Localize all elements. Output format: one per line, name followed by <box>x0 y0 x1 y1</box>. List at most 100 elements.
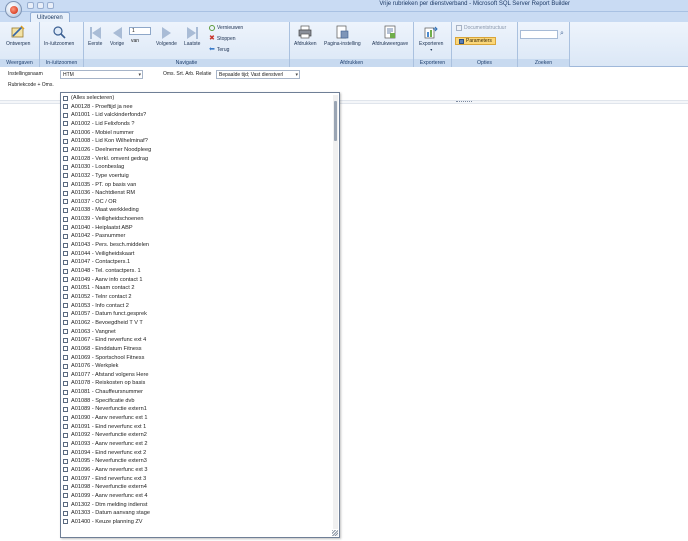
checkbox[interactable] <box>63 147 68 153</box>
last-page-button[interactable]: Laatste <box>184 27 200 47</box>
checkbox[interactable] <box>63 441 68 447</box>
back-button[interactable]: ⬅ Terug <box>209 46 229 53</box>
checkbox[interactable] <box>63 182 68 187</box>
checkbox[interactable] <box>63 95 68 101</box>
dropdown-item[interactable]: A01048 - Tel. contactpers. 1 <box>63 267 141 275</box>
dropdown-item[interactable]: A01057 - Datum funct.gesprek <box>63 310 147 318</box>
dropdown-item[interactable]: A01076 - Werkplek <box>63 362 118 370</box>
stop-button[interactable]: ✖ Stoppen <box>209 35 236 42</box>
dropdown-item[interactable]: A01006 - Mobiel nummer <box>63 129 134 137</box>
parameters-button[interactable]: Parameters <box>455 37 496 45</box>
document-map-button[interactable]: Documentstructuur <box>456 25 506 31</box>
dropdown-item[interactable]: A01091 - Eind neverfunc ext 1 <box>63 423 146 431</box>
dropdown-item[interactable]: A01047 - Contactpers.1 <box>63 258 130 266</box>
checkbox[interactable] <box>63 199 68 205</box>
checkbox[interactable] <box>63 363 68 369</box>
page-setup-button[interactable]: Pagina-instelling <box>324 25 361 47</box>
checkbox[interactable] <box>63 216 68 222</box>
checkbox[interactable] <box>63 303 68 309</box>
dropdown-item[interactable]: A01037 - OC / OR <box>63 198 117 206</box>
dropdown-item[interactable]: A01097 - Eind neverfunc ext 3 <box>63 475 146 483</box>
dropdown-item[interactable]: A01043 - Pers. besch.middelen <box>63 241 149 249</box>
checkbox[interactable] <box>63 311 68 317</box>
dropdown-item[interactable]: A01092 - Neverfunctie extern2 <box>63 431 147 439</box>
dropdown-item[interactable]: A01067 - Eind neverfunc ext 4 <box>63 336 146 344</box>
dropdown-item[interactable]: A01093 - Aanv neverfunc ext 2 <box>63 440 148 448</box>
checkbox[interactable] <box>63 458 68 464</box>
checkbox[interactable] <box>63 467 68 473</box>
checkbox[interactable] <box>63 406 68 412</box>
checkbox[interactable] <box>63 259 68 265</box>
search-icon[interactable]: ⌕ <box>560 30 564 38</box>
checkbox[interactable] <box>63 510 68 516</box>
dropdown-item[interactable]: A01099 - Aanv neverfunc ext 4 <box>63 492 148 500</box>
dropdown-item[interactable]: A01095 - Neverfunctie extern3 <box>63 457 147 465</box>
dropdown-item[interactable]: A01001 - Lid valckinderfonds? <box>63 111 146 119</box>
first-page-button[interactable]: Eerste <box>88 27 102 47</box>
dropdown-item[interactable]: A01052 - Telnr contact 2 <box>63 293 132 301</box>
dropdown-item[interactable]: A00128 - Proeftijd ja nee <box>63 103 133 111</box>
checkbox[interactable] <box>63 398 68 404</box>
dropdown-item[interactable]: A01069 - Sportschool Fitness <box>63 354 144 362</box>
dropdown-item[interactable]: A01053 - Info contact 2 <box>63 302 129 310</box>
checkbox[interactable] <box>63 484 68 490</box>
rubriekcode-dropdown-list[interactable]: (Alles selecteren) A00128 - Proeftijd ja … <box>60 92 340 538</box>
dropdown-item[interactable]: A01098 - Neverfunctie extern4 <box>63 483 147 491</box>
dropdown-item[interactable]: A01008 - Lid Kon Wilhelminaf? <box>63 137 148 145</box>
checkbox[interactable] <box>63 432 68 438</box>
dropdown-item[interactable]: A01035 - PT. op basis van <box>63 181 136 189</box>
dropdown-scrollbar[interactable] <box>333 95 338 529</box>
dropdown-item[interactable]: A01028 - Verkl. omvent gedrag <box>63 155 148 163</box>
dropdown-item[interactable]: A01044 - Veiligheidskaart <box>63 250 134 258</box>
dropdown-item[interactable]: A01094 - Eind neverfunc ext 2 <box>63 449 146 457</box>
checkbox[interactable] <box>63 476 68 482</box>
dropdown-item[interactable]: A01078 - Reiskosten op basis <box>63 379 145 387</box>
dropdown-item[interactable]: A01040 - Heiplaatst ABP <box>63 224 133 232</box>
checkbox[interactable] <box>63 156 68 162</box>
checkbox[interactable] <box>63 519 68 525</box>
checkbox[interactable] <box>63 173 68 179</box>
checkbox[interactable] <box>63 424 68 430</box>
print-layout-button[interactable]: Afdrukweergave <box>372 25 408 47</box>
dropdown-item[interactable]: A01049 - Aanv info contact 1 <box>63 276 143 284</box>
dropdown-item[interactable]: A01026 - Deelnemer Noodpleeg <box>63 146 151 154</box>
checkbox[interactable] <box>63 242 68 248</box>
dropdown-item[interactable]: A01302 - Dtm melding indienst <box>63 501 148 509</box>
checkbox[interactable] <box>63 372 68 378</box>
checkbox[interactable] <box>63 320 68 326</box>
checkbox[interactable] <box>63 346 68 352</box>
checkbox[interactable] <box>63 285 68 291</box>
dropdown-item[interactable]: A01042 - Pasnummer <box>63 232 125 240</box>
search-input[interactable] <box>520 30 558 39</box>
dropdown-item[interactable]: A01081 - Chauffeursnummer <box>63 388 143 396</box>
refresh-button[interactable]: Vernieuwen <box>209 25 243 31</box>
application-menu-button[interactable] <box>5 1 22 18</box>
dropdown-item[interactable]: A01096 - Aanv neverfunc ext 3 <box>63 466 148 474</box>
dropdown-item[interactable]: A01062 - Bevoegdheid T V T <box>63 319 143 327</box>
resize-grip-icon[interactable] <box>332 530 338 536</box>
dropdown-item[interactable]: A01002 - Lid Felixfonds ? <box>63 120 134 128</box>
dropdown-item[interactable]: A01400 - Keuze planning ZV <box>63 518 143 526</box>
dropdown-item[interactable]: A01090 - Aanv neverfunc ext 1 <box>63 414 148 422</box>
checkbox[interactable] <box>63 112 68 118</box>
next-page-button[interactable]: Volgende <box>156 27 177 47</box>
dropdown-item[interactable]: A01089 - Neverfunctie extern1 <box>63 405 147 413</box>
checkbox[interactable] <box>63 337 68 343</box>
oms-srt-arb-relatie-select[interactable]: Bepaalde tijd; Vast dienstverl ▾ <box>216 70 300 79</box>
save-icon[interactable] <box>27 2 34 9</box>
previous-page-button[interactable]: Vorige <box>110 27 124 47</box>
scrollbar-thumb[interactable] <box>334 101 337 141</box>
dropdown-item[interactable]: A01038 - Maat werkkleding <box>63 206 139 214</box>
page-number-input[interactable]: 1 <box>129 27 151 35</box>
checkbox[interactable] <box>63 207 68 213</box>
export-button[interactable]: Exporteren ▾ <box>419 25 443 52</box>
checkbox[interactable] <box>63 225 68 231</box>
undo-icon[interactable] <box>37 2 44 9</box>
checkbox[interactable] <box>63 502 68 508</box>
checkbox[interactable] <box>63 104 68 110</box>
zoom-button[interactable]: In-/uitzoomen <box>44 25 74 47</box>
dropdown-item[interactable]: A01303 - Datum aanvang stage <box>63 509 150 517</box>
dropdown-item[interactable]: A01088 - Specificatie dvb <box>63 397 134 405</box>
dropdown-item[interactable]: A01039 - Veiligheidschoenen <box>63 215 143 223</box>
checkbox[interactable] <box>63 121 68 127</box>
